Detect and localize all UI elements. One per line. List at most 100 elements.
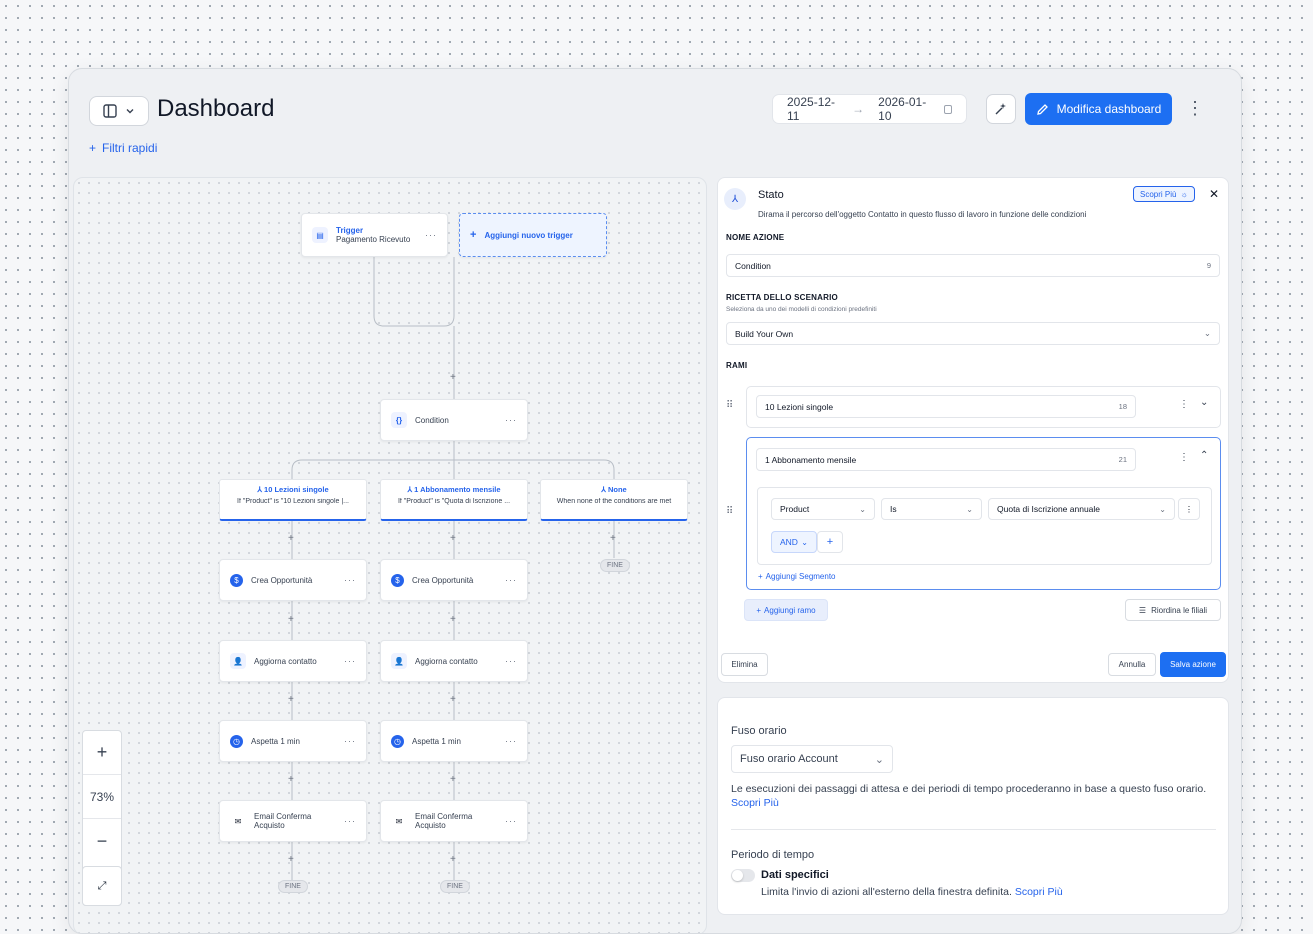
branch-name-input[interactable]: 10 Lezioni singole 18 (756, 395, 1136, 418)
add-step-icon[interactable]: + (450, 615, 456, 625)
recipe-select[interactable]: Build Your Own ⌄ (726, 322, 1220, 345)
add-step-icon[interactable]: + (450, 373, 456, 383)
condition-more-icon[interactable]: ⋮ (1178, 498, 1200, 520)
period-label: Periodo di tempo (731, 849, 815, 861)
arrow-right-icon: → (852, 102, 865, 116)
timezone-learn-more-link[interactable]: Scopri Più (731, 797, 779, 809)
layout-icon (103, 104, 117, 118)
add-step-icon[interactable]: + (450, 534, 456, 544)
branch-title: None (607, 485, 627, 494)
condition-field-select[interactable]: Product ⌄ (771, 498, 875, 520)
char-count: 21 (1118, 455, 1127, 464)
branch-node-2[interactable]: ⅄ 1 Abbonamento mensile If "Product" is … (380, 479, 528, 521)
plus-icon: + (758, 572, 763, 581)
create-opportunity-node[interactable]: $ Crea Opportunità ··· (380, 559, 528, 601)
add-step-icon[interactable]: + (288, 534, 294, 544)
divider (731, 829, 1216, 830)
timezone-select[interactable]: Fuso orario Account ⌄ (731, 745, 893, 773)
logic-operator-select[interactable]: AND ⌄ (771, 531, 817, 553)
specific-data-toggle[interactable] (731, 869, 755, 882)
create-opportunity-node[interactable]: $ Crea Opportunità ··· (219, 559, 367, 601)
update-contact-node[interactable]: 👤 Aggiorna contatto ··· (380, 640, 528, 682)
condition-node[interactable]: {} Condition ··· (380, 399, 528, 441)
trigger-more-icon[interactable]: ··· (425, 230, 437, 240)
step-label: Aggiorna contatto (415, 656, 478, 666)
dollar-icon: $ (230, 573, 243, 587)
add-trigger-node[interactable]: + Aggiungi nuovo trigger (459, 213, 607, 257)
condition-field-value: Product (780, 504, 810, 514)
wait-node[interactable]: ◷ Aspetta 1 min ··· (380, 720, 528, 762)
chevron-down-icon: ⌄ (1159, 504, 1166, 514)
step-more-icon[interactable]: ··· (505, 736, 517, 746)
specific-data-learn-more-link[interactable]: Scopri Più (1015, 886, 1063, 898)
add-step-icon[interactable]: + (610, 534, 616, 544)
step-label: Crea Opportunità (412, 575, 474, 585)
step-more-icon[interactable]: ··· (344, 575, 356, 585)
email-node[interactable]: ✉ Email Conferma Acquisto ··· (380, 800, 528, 842)
branch-name-input[interactable]: 1 Abbonamento mensile 21 (756, 448, 1136, 471)
add-condition-button[interactable]: + (817, 531, 843, 553)
cancel-button[interactable]: Annulla (1108, 653, 1156, 676)
condition-value: Quota di Iscrizione annuale (997, 504, 1101, 514)
layout-selector[interactable] (89, 96, 149, 126)
reorder-branches-button[interactable]: ☰ Riordina le filiali (1125, 599, 1221, 621)
workflow-canvas[interactable]: ▤ Trigger Pagamento Ricevuto ··· + Aggiung… (73, 177, 707, 933)
add-step-icon[interactable]: + (288, 775, 294, 785)
edit-dashboard-button[interactable]: Modifica dashboard (1025, 93, 1172, 125)
step-label: Email Conferma Acquisto (415, 812, 473, 830)
drag-handle-icon[interactable]: ⠿ (726, 400, 733, 411)
end-badge: FINE (278, 880, 308, 893)
save-action-button[interactable]: Salva azione (1160, 652, 1226, 677)
email-node[interactable]: ✉ Email Conferma Acquisto ··· (219, 800, 367, 842)
learn-more-button[interactable]: Scopri Più ☼ (1133, 186, 1195, 202)
step-label: Crea Opportunità (251, 575, 313, 585)
quick-filters-link[interactable]: + Filtri rapidi (89, 141, 157, 155)
zoom-out-button[interactable]: − (83, 819, 121, 863)
step-more-icon[interactable]: ··· (505, 656, 517, 666)
add-step-icon[interactable]: + (450, 775, 456, 785)
condition-value-select[interactable]: Quota di Iscrizione annuale ⌄ (988, 498, 1175, 520)
add-step-icon[interactable]: + (450, 855, 456, 865)
add-branch-button[interactable]: + Aggiungi ramo (744, 599, 828, 621)
trigger-label: Trigger (336, 226, 364, 235)
chevron-down-icon: ⌄ (966, 504, 973, 514)
step-more-icon[interactable]: ··· (344, 816, 356, 826)
step-more-icon[interactable]: ··· (344, 656, 356, 666)
branch-subtitle: If "Product" is "10 Lezioni singole |... (237, 498, 349, 505)
add-branch-label: Aggiungi ramo (764, 605, 816, 615)
branch-node-3[interactable]: ⅄ None When none of the conditions are m… (540, 479, 688, 521)
action-name-input[interactable]: Condition 9 (726, 254, 1220, 277)
reorder-label: Riordina le filiali (1151, 605, 1208, 615)
condition-more-icon[interactable]: ··· (505, 415, 517, 425)
quick-filters-label: Filtri rapidi (102, 141, 158, 155)
add-step-icon[interactable]: + (288, 615, 294, 625)
fit-screen-button[interactable]: ⤢ (82, 866, 122, 906)
branch-node-1[interactable]: ⅄ 10 Lezioni singole If "Product" is "10… (219, 479, 367, 521)
timezone-description: Le esecuzioni dei passaggi di attesa e d… (731, 782, 1216, 810)
more-options-icon[interactable]: ⋮ (1186, 99, 1204, 117)
branch-more-icon[interactable]: ⋮ (1179, 452, 1189, 463)
update-contact-node[interactable]: 👤 Aggiorna contatto ··· (219, 640, 367, 682)
drag-handle-icon[interactable]: ⠿ (726, 506, 733, 517)
add-step-icon[interactable]: + (288, 855, 294, 865)
recipe-label: RICETTA DELLO SCENARIO (726, 293, 838, 302)
wait-node[interactable]: ◷ Aspetta 1 min ··· (219, 720, 367, 762)
step-more-icon[interactable]: ··· (505, 575, 517, 585)
close-icon[interactable]: ✕ (1209, 187, 1219, 201)
step-more-icon[interactable]: ··· (505, 816, 517, 826)
magic-wand-button[interactable] (986, 94, 1016, 124)
date-range-picker[interactable]: 2025-12-11 → 2026-01-10 (772, 94, 967, 124)
step-more-icon[interactable]: ··· (344, 736, 356, 746)
add-step-icon[interactable]: + (450, 695, 456, 705)
delete-button[interactable]: Elimina (721, 653, 768, 676)
chevron-down-icon[interactable]: ⌄ (1200, 397, 1208, 408)
trigger-node[interactable]: ▤ Trigger Pagamento Ricevuto ··· (301, 213, 448, 257)
chevron-down-icon: ⌄ (1203, 328, 1211, 338)
zoom-in-button[interactable]: + (83, 731, 121, 775)
step-label: Aspetta 1 min (412, 736, 461, 746)
branch-more-icon[interactable]: ⋮ (1179, 399, 1189, 410)
add-segment-link[interactable]: + Aggiungi Segmento (758, 572, 836, 581)
condition-operator-select[interactable]: Is ⌄ (881, 498, 982, 520)
chevron-up-icon[interactable]: ⌃ (1200, 450, 1208, 461)
add-step-icon[interactable]: + (288, 695, 294, 705)
